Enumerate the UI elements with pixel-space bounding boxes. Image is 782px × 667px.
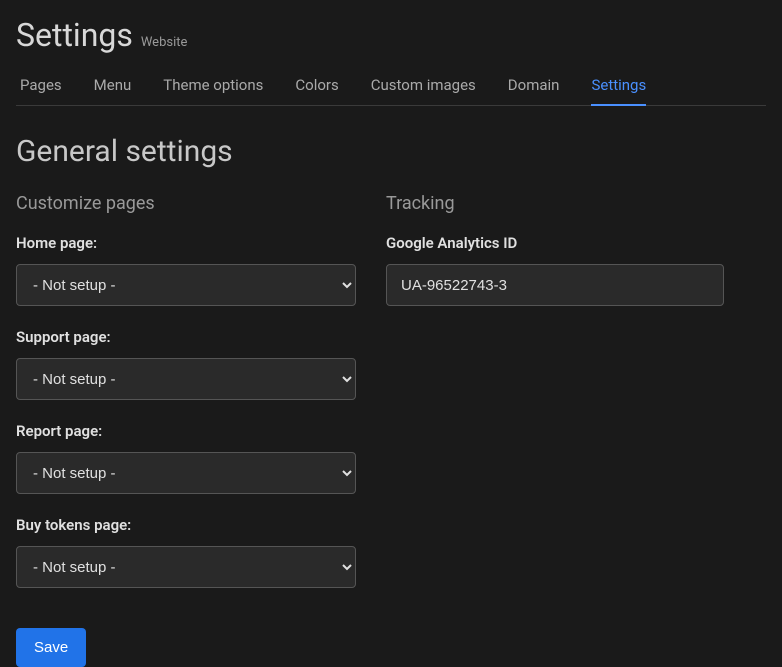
buy-tokens-page-field: Buy tokens page: - Not setup - bbox=[16, 516, 356, 588]
save-button[interactable]: Save bbox=[16, 628, 86, 667]
page-title: Settings bbox=[16, 16, 133, 54]
tab-domain[interactable]: Domain bbox=[508, 66, 560, 106]
support-page-field: Support page: - Not setup - bbox=[16, 328, 356, 400]
report-page-select[interactable]: - Not setup - bbox=[16, 452, 356, 494]
tab-settings[interactable]: Settings bbox=[591, 66, 646, 106]
tab-colors[interactable]: Colors bbox=[295, 66, 338, 106]
customize-pages-column: Customize pages Home page: - Not setup -… bbox=[16, 193, 356, 667]
report-page-field: Report page: - Not setup - bbox=[16, 422, 356, 494]
tab-pages[interactable]: Pages bbox=[20, 66, 62, 106]
tab-custom-images[interactable]: Custom images bbox=[371, 66, 476, 106]
google-analytics-label: Google Analytics ID bbox=[386, 234, 724, 252]
buy-tokens-page-label: Buy tokens page: bbox=[16, 516, 356, 534]
content-columns: Customize pages Home page: - Not setup -… bbox=[16, 193, 766, 667]
support-page-label: Support page: bbox=[16, 328, 356, 346]
tracking-column: Tracking Google Analytics ID bbox=[386, 193, 724, 667]
tab-theme-options[interactable]: Theme options bbox=[163, 66, 263, 106]
google-analytics-field: Google Analytics ID bbox=[386, 234, 724, 306]
page-subtitle: Website bbox=[141, 35, 188, 50]
google-analytics-input[interactable] bbox=[386, 264, 724, 306]
tabs-nav: Pages Menu Theme options Colors Custom i… bbox=[16, 66, 766, 106]
buy-tokens-page-select[interactable]: - Not setup - bbox=[16, 546, 356, 588]
home-page-select[interactable]: - Not setup - bbox=[16, 264, 356, 306]
tab-menu[interactable]: Menu bbox=[94, 66, 132, 106]
home-page-field: Home page: - Not setup - bbox=[16, 234, 356, 306]
section-title: General settings bbox=[16, 134, 766, 169]
report-page-label: Report page: bbox=[16, 422, 356, 440]
customize-pages-title: Customize pages bbox=[16, 193, 356, 214]
home-page-label: Home page: bbox=[16, 234, 356, 252]
support-page-select[interactable]: - Not setup - bbox=[16, 358, 356, 400]
tracking-title: Tracking bbox=[386, 193, 724, 214]
page-header: Settings Website bbox=[16, 16, 766, 54]
